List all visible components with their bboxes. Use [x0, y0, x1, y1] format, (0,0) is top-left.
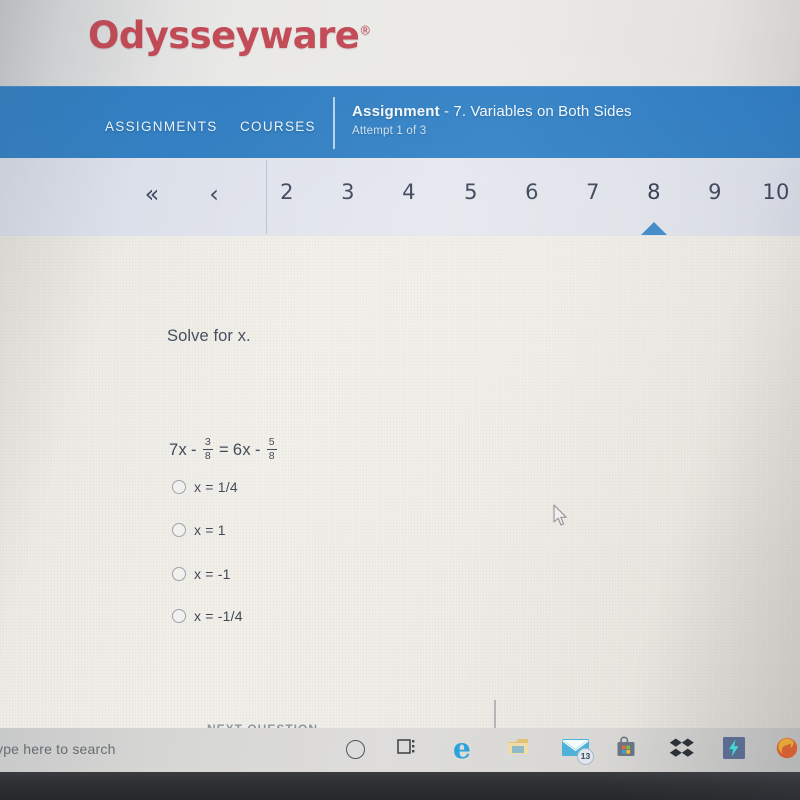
answer-option-label: x = 1/4 [194, 479, 238, 495]
radio-button-icon[interactable] [172, 609, 186, 623]
assignment-title: - 7. Variables on Both Sides [444, 103, 632, 120]
firefox-icon[interactable] [775, 736, 799, 760]
footer-divider [494, 700, 496, 728]
equation-lhs-operator: - [191, 440, 197, 459]
equation: 7x - 3 8 = 6x - 5 8 [167, 436, 281, 463]
assignment-label: Assignment [352, 103, 440, 120]
equation-rhs-operator: - [254, 440, 261, 459]
mouse-cursor [553, 504, 567, 526]
page-button-2[interactable]: 2 [267, 180, 307, 204]
question-prompt: Solve for x. [167, 327, 251, 345]
odysseyware-logo[interactable]: Odysseyware® [88, 14, 371, 57]
fraction-denominator: 8 [268, 449, 275, 462]
registered-mark: ® [359, 23, 371, 38]
nav-item-courses[interactable]: COURSES [240, 119, 316, 134]
assignment-info: Assignment - 7. Variables on Both Sides … [352, 103, 792, 137]
previous-page-icon[interactable]: ‹ [193, 178, 235, 210]
attempt-counter: Attempt 1 of 3 [352, 125, 427, 137]
answer-option-3[interactable]: x = -1 [172, 566, 231, 582]
mail-icon[interactable]: 13 [561, 736, 594, 765]
page-button-7[interactable]: 7 [573, 180, 613, 204]
radio-button-icon[interactable] [172, 567, 186, 581]
page-button-8[interactable]: 8 [634, 180, 674, 204]
cortana-circle-icon[interactable] [346, 740, 365, 759]
brand-name: Odysseyware [88, 14, 360, 57]
radio-button-icon[interactable] [172, 523, 186, 537]
equation-equals: = [218, 440, 229, 459]
fraction-numerator: 5 [268, 436, 275, 448]
microsoft-store-icon[interactable] [615, 736, 639, 760]
active-page-indicator [641, 222, 667, 235]
page-button-10[interactable]: 10 [756, 180, 796, 204]
app-header: Odysseyware® [0, 0, 800, 86]
monitor-bezel [0, 772, 800, 800]
page-button-9[interactable]: 9 [695, 180, 735, 204]
assignment-title-line: Assignment - 7. Variables on Both Sides [352, 103, 792, 120]
nav-item-assignments[interactable]: ASSIGNMENTS [105, 119, 218, 134]
fraction-numerator: 3 [204, 436, 211, 448]
page-button-5[interactable]: 5 [451, 180, 491, 204]
taskbar-search-input[interactable]: ype here to search [0, 741, 116, 757]
answer-option-4[interactable]: x = -1/4 [172, 608, 243, 624]
answer-option-label: x = 1 [194, 522, 226, 538]
equation-lhs-coefficient: 7x [169, 440, 188, 459]
page-button-6[interactable]: 6 [512, 180, 552, 204]
fraction-denominator: 8 [204, 449, 211, 462]
question-content-area [0, 236, 800, 728]
navbar-divider [333, 97, 335, 149]
answer-option-2[interactable]: x = 1 [172, 522, 226, 538]
screenshot-root: Odysseyware® ASSIGNMENTS COURSES Assignm… [0, 0, 800, 800]
first-page-icon[interactable]: « [131, 178, 173, 210]
edge-browser-icon[interactable]: e [453, 735, 471, 763]
page-button-4[interactable]: 4 [389, 180, 429, 204]
task-view-icon[interactable] [396, 736, 418, 758]
page-button-3[interactable]: 3 [328, 180, 368, 204]
equation-lhs-fraction: 3 8 [202, 436, 213, 462]
answer-option-label: x = -1/4 [194, 608, 243, 624]
equation-rhs-coefficient: 6x [232, 440, 251, 459]
answer-option-1[interactable]: x = 1/4 [172, 479, 238, 495]
radio-button-icon[interactable] [172, 480, 186, 494]
lightning-app-icon[interactable] [722, 736, 746, 760]
equation-rhs-fraction: 5 8 [266, 436, 277, 462]
file-explorer-icon[interactable] [506, 736, 532, 759]
dropbox-icon[interactable] [669, 736, 695, 760]
answer-option-label: x = -1 [194, 566, 231, 582]
mail-unread-badge: 13 [577, 748, 594, 765]
